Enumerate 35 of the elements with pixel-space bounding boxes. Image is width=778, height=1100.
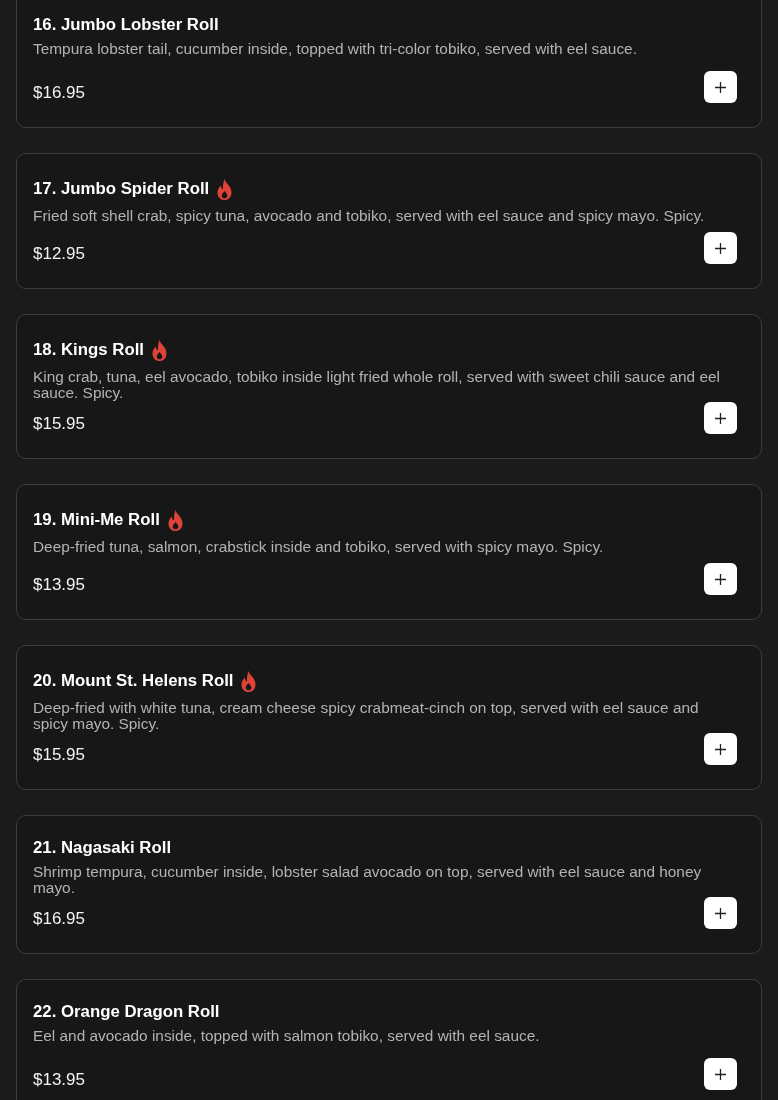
item-title: 22. Orange Dragon Roll (33, 1002, 220, 1022)
item-price: $13.95 (33, 575, 85, 595)
plus-icon (715, 81, 726, 93)
item-price: $15.95 (33, 414, 85, 434)
item-title: 18. Kings Roll (33, 340, 144, 360)
plus-icon (715, 412, 726, 424)
add-button[interactable] (704, 897, 737, 929)
plus-icon (715, 743, 726, 755)
add-button[interactable] (704, 71, 737, 103)
plus-icon (715, 907, 726, 919)
item-price: $13.95 (33, 1070, 85, 1090)
item-title: 19. Mini-Me Roll (33, 510, 160, 530)
plus-icon (715, 1068, 726, 1080)
item-description: Shrimp tempura, cucumber inside, lobster salad avocado on top, served with eel sauce and honey mayo. (33, 864, 703, 896)
add-button[interactable] (704, 733, 737, 765)
item-description: Tempura lobster tail, cucumber inside, topped with tri-color tobiko, served with eel sauce. (33, 41, 638, 57)
plus-icon (715, 242, 726, 254)
plus-icon (715, 573, 726, 585)
add-button[interactable] (704, 1058, 737, 1090)
item-price: $16.95 (33, 83, 85, 103)
add-button[interactable] (704, 232, 737, 264)
item-title: 16. Jumbo Lobster Roll (33, 15, 219, 35)
add-button[interactable] (704, 402, 737, 434)
item-description: Eel and avocado inside, topped with salmon tobiko, served with eel sauce. (33, 1028, 541, 1044)
item-description: Deep-fried tuna, salmon, crabstick inside and tobiko, served with spicy mayo. Spicy. (33, 539, 605, 555)
item-title: 21. Nagasaki Roll (33, 838, 172, 858)
item-description: Deep-fried with white tuna, cream cheese spicy crabmeat-cinch on top, served with eel sauce and spicy mayo. Spicy. (33, 700, 700, 732)
item-description: Fried soft shell crab, spicy tuna, avocado and tobiko, served with eel sauce and spicy mayo. Spicy. (33, 208, 706, 224)
item-description: King crab, tuna, eel avocado, tobiko inside light fried whole roll, served with sweet chili sauce and eel sauce. Spicy. (33, 369, 721, 401)
add-button[interactable] (704, 563, 737, 595)
item-title: 17. Jumbo Spider Roll (33, 179, 210, 199)
item-price: $16.95 (33, 909, 85, 929)
item-price: $15.95 (33, 745, 85, 765)
item-title: 20. Mount St. Helens Roll (33, 671, 234, 691)
item-price: $12.95 (33, 244, 85, 264)
